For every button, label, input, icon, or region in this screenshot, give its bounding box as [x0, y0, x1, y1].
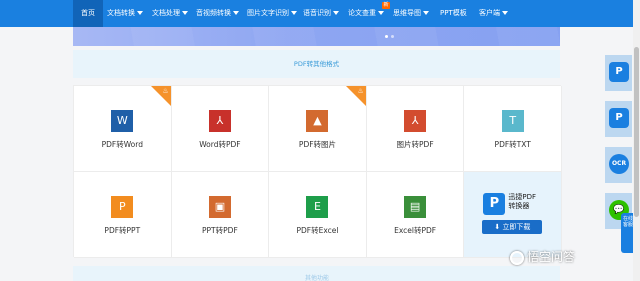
pdf-converter-logo-icon: P — [483, 193, 506, 215]
tool-word-to-pdf[interactable]: ⅄ Word转PDF — [171, 86, 270, 172]
nav-item-speech[interactable]: 语音识别 — [303, 0, 339, 27]
tool-pdf-to-ppt[interactable]: P PDF转PPT — [74, 172, 172, 258]
side-pdf-app-button[interactable]: P — [605, 55, 632, 91]
tool-image-to-pdf[interactable]: ⅄ 图片转PDF — [366, 86, 465, 172]
nav-item-client[interactable]: 客户端 — [479, 0, 508, 27]
tool-label: PDF转Excel — [296, 226, 339, 235]
nav-item-mindmap[interactable]: 思维导图 — [393, 0, 429, 27]
tool-grid: W PDF转Word ♨ ⅄ Word转PDF ▲ PDF转图片 ♨ ⅄ 图片转… — [73, 85, 562, 258]
tool-label: PPT转PDF — [202, 226, 238, 235]
txt-icon: T — [501, 110, 524, 132]
pdf-icon: ⅄ — [208, 110, 231, 132]
side-ocr-button[interactable]: OCR — [605, 147, 632, 183]
pdf-app-icon: P — [609, 62, 629, 82]
nav-item-thesis[interactable]: 论文查重 新 — [348, 0, 390, 27]
wukong-logo-icon — [510, 250, 524, 265]
tool-ppt-to-pdf[interactable]: ▣ PPT转PDF — [171, 172, 270, 258]
tool-pdf-to-image[interactable]: ▲ PDF转图片 ♨ — [269, 86, 367, 172]
tool-label: Word转PDF — [199, 140, 241, 149]
chevron-down-icon — [182, 11, 188, 15]
download-button[interactable]: ⬇ 立即下载 — [482, 220, 543, 234]
scrollbar[interactable] — [633, 0, 640, 281]
image-icon: ▲ — [306, 110, 329, 132]
tool-pdf-to-excel[interactable]: E PDF转Excel — [269, 172, 367, 258]
nav-item-av-convert[interactable]: 音视频转换 — [196, 0, 239, 27]
promo-name-line2: 转换器 — [508, 202, 530, 210]
nav-label: 音视频转换 — [196, 9, 231, 17]
carousel-dot[interactable] — [385, 35, 388, 38]
tool-label: PDF转PPT — [104, 226, 141, 235]
tool-label: PDF转TXT — [494, 140, 531, 149]
tool-label: 图片转PDF — [396, 140, 434, 149]
tool-label: Excel转PDF — [394, 226, 437, 235]
next-section-title: 其他功能 — [305, 275, 330, 281]
nav-item-home[interactable]: 首页 — [73, 0, 103, 27]
watermark: 悟空问答 — [510, 248, 575, 265]
xls-icon: ▤ — [404, 196, 427, 218]
top-nav: 首页 文档转换 文档处理 音视频转换 图片文字识别 语音识别 论文查重 新 思维… — [0, 0, 640, 27]
tool-excel-to-pdf[interactable]: ▤ Excel转PDF — [366, 172, 465, 258]
nav-item-doc-process[interactable]: 文档处理 — [152, 0, 188, 27]
nav-label: PPT模板 — [440, 9, 467, 17]
carousel-dots — [385, 27, 397, 42]
word-icon: W — [111, 110, 134, 132]
banner-decoration — [73, 27, 560, 46]
tool-label: PDF转Word — [101, 140, 143, 149]
nav-item-doc-convert[interactable]: 文档转换 — [107, 0, 143, 27]
pdf-editor-icon: P — [609, 108, 629, 128]
flame-icon: ♨ — [357, 87, 364, 95]
promo-card: P 迅捷PDF 转换器 ⬇ 立即下载 — [464, 172, 562, 258]
chevron-down-icon — [233, 11, 239, 15]
nav-label: 图片文字识别 — [247, 9, 289, 17]
excel-icon: E — [306, 196, 329, 218]
hot-badge: ♨ — [345, 86, 366, 106]
nav-label: 客户端 — [479, 9, 500, 17]
chevron-down-icon — [291, 11, 297, 15]
ocr-icon: OCR — [609, 154, 629, 174]
flame-icon: ♨ — [162, 87, 169, 95]
tool-pdf-to-word[interactable]: W PDF转Word ♨ — [74, 86, 172, 172]
nav-label: 语音识别 — [303, 9, 331, 17]
next-section-header: 其他功能 — [73, 266, 560, 281]
chevron-down-icon — [333, 11, 339, 15]
nav-item-ocr[interactable]: 图片文字识别 — [247, 0, 297, 27]
section-title: PDF转其他格式 — [73, 50, 560, 78]
ppt-icon: P — [111, 196, 134, 218]
hot-badge: ♨ — [150, 86, 171, 106]
tool-pdf-to-txt[interactable]: T PDF转TXT — [464, 86, 562, 172]
carousel-dot[interactable] — [391, 35, 394, 38]
promo-name: 迅捷PDF 转换器 — [508, 193, 536, 211]
nav-label: 思维导图 — [393, 9, 421, 17]
chevron-down-icon — [502, 11, 508, 15]
tool-label: PDF转图片 — [298, 140, 337, 149]
nav-label: 首页 — [81, 9, 95, 17]
chevron-down-icon — [423, 11, 429, 15]
nav-label: 文档转换 — [107, 9, 135, 17]
chevron-down-icon — [137, 11, 143, 15]
promo-name-line1: 迅捷PDF — [508, 193, 537, 201]
nav-label: 论文查重 — [348, 9, 376, 17]
new-badge: 新 — [382, 2, 390, 9]
pdf-icon: ⅄ — [404, 110, 427, 132]
nav-item-ppt-template[interactable]: PPT模板 — [440, 0, 467, 27]
watermark-text: 悟空问答 — [527, 250, 576, 264]
slides-icon: ▣ — [208, 196, 231, 218]
chevron-down-icon — [378, 11, 384, 15]
scrollbar-thumb[interactable] — [634, 47, 639, 217]
nav-label: 文档处理 — [152, 9, 180, 17]
side-pdf-editor-button[interactable]: P — [605, 101, 632, 137]
download-label: 立即下载 — [502, 223, 531, 231]
banner[interactable] — [73, 27, 560, 46]
